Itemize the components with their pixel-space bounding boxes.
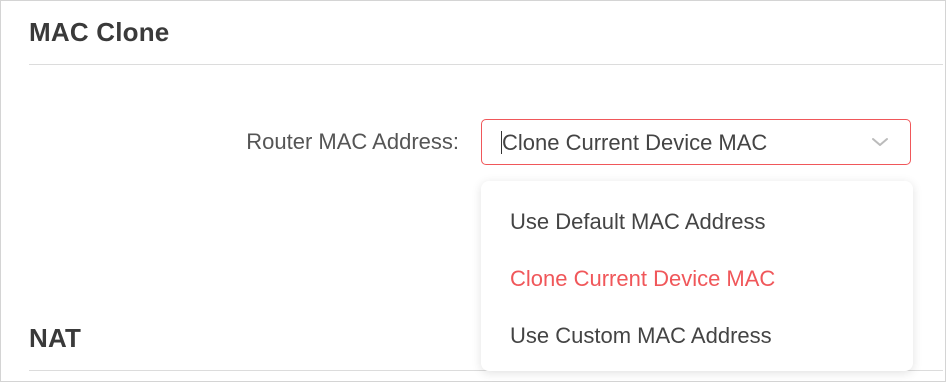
router-mac-address-value: Clone Current Device MAC <box>502 130 768 155</box>
router-mac-address-select[interactable]: Clone Current Device MAC <box>481 119 911 165</box>
option-clone-current-device-mac[interactable]: Clone Current Device MAC <box>510 266 775 292</box>
option-use-custom-mac-address[interactable]: Use Custom MAC Address <box>510 323 772 349</box>
section-divider <box>29 64 943 65</box>
chevron-down-icon[interactable] <box>870 132 890 152</box>
router-mac-address-dropdown-menu: Use Default MAC Address Clone Current De… <box>481 181 913 371</box>
section-title-mac-clone: MAC Clone <box>29 17 170 47</box>
section-title-nat: NAT <box>29 323 82 353</box>
router-mac-address-label: Router MAC Address: <box>246 129 459 154</box>
option-use-default-mac-address[interactable]: Use Default MAC Address <box>510 209 766 235</box>
settings-panel: MAC Clone Router MAC Address: Clone Curr… <box>0 0 946 382</box>
